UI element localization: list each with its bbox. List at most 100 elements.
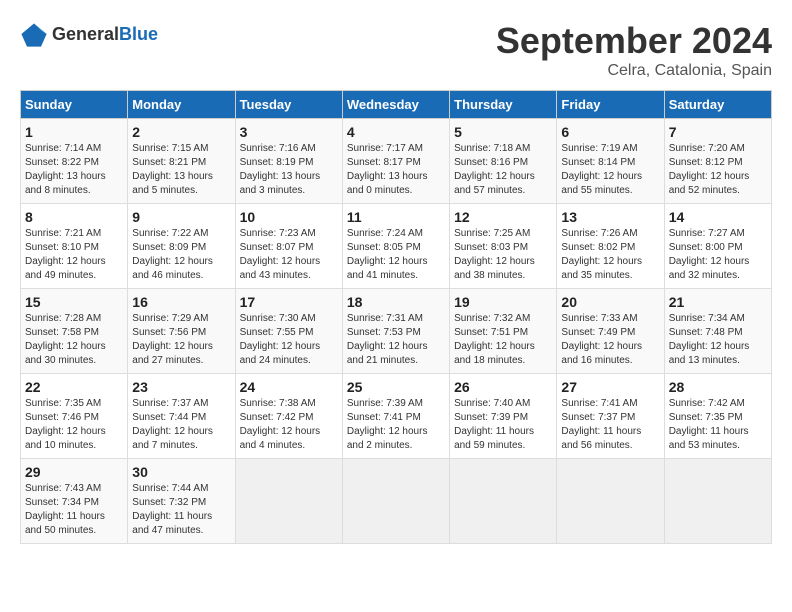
day-cell-28: 28 Sunrise: 7:42 AMSunset: 7:35 PMDayligh…: [664, 374, 771, 459]
day-info: Sunrise: 7:32 AMSunset: 7:51 PMDaylight:…: [454, 312, 552, 368]
day-info: Sunrise: 7:16 AMSunset: 8:19 PMDaylight:…: [240, 142, 338, 198]
day-cell-21: 21 Sunrise: 7:34 AMSunset: 7:48 PMDayligh…: [664, 289, 771, 374]
week-row-3: 15Sunrise: 7:28 AMSunset: 7:58 PMDayligh…: [21, 289, 772, 374]
day-cell-30: 30Sunrise: 7:44 AMSunset: 7:32 PMDayligh…: [128, 459, 235, 544]
day-cell-9: 9 Sunrise: 7:22 AMSunset: 8:09 PMDaylight…: [128, 204, 235, 289]
day-number: 15: [25, 294, 123, 310]
day-cell-2: 2Sunrise: 7:15 AMSunset: 8:21 PMDaylight…: [128, 119, 235, 204]
day-info: Sunrise: 7:24 AMSunset: 8:05 PMDaylight:…: [347, 227, 445, 283]
day-cell-empty: [235, 459, 342, 544]
day-cell-empty: [450, 459, 557, 544]
day-cell-25: 25 Sunrise: 7:39 AMSunset: 7:41 PMDayligh…: [342, 374, 449, 459]
day-number: 30: [132, 464, 230, 480]
week-row-5: 29 Sunrise: 7:43 AMSunset: 7:34 PMDayligh…: [21, 459, 772, 544]
day-info: Sunrise: 7:25 AMSunset: 8:03 PMDaylight:…: [454, 227, 552, 283]
day-number: 8: [25, 209, 123, 225]
day-number: 22: [25, 379, 123, 395]
logo-icon: [20, 20, 48, 48]
day-number: 6: [561, 124, 659, 140]
day-cell-17: 17 Sunrise: 7:30 AMSunset: 7:55 PMDayligh…: [235, 289, 342, 374]
day-info: Sunrise: 7:23 AMSunset: 8:07 PMDaylight:…: [240, 227, 338, 283]
day-number: 5: [454, 124, 552, 140]
day-info: Sunrise: 7:14 AMSunset: 8:22 PMDaylight:…: [25, 142, 123, 198]
day-number: 1: [25, 124, 123, 140]
week-row-4: 22 Sunrise: 7:35 AMSunset: 7:46 PMDayligh…: [21, 374, 772, 459]
day-number: 16: [132, 294, 230, 310]
day-number: 27: [561, 379, 659, 395]
day-cell-7: 7Sunrise: 7:20 AMSunset: 8:12 PMDaylight…: [664, 119, 771, 204]
day-number: 18: [347, 294, 445, 310]
day-cell-1: 1 Sunrise: 7:14 AMSunset: 8:22 PMDaylight…: [21, 119, 128, 204]
logo-general: General: [52, 24, 119, 44]
day-cell-15: 15Sunrise: 7:28 AMSunset: 7:58 PMDayligh…: [21, 289, 128, 374]
day-number: 4: [347, 124, 445, 140]
day-info: Sunrise: 7:41 AMSunset: 7:37 PMDaylight:…: [561, 397, 659, 453]
location-title: Celra, Catalonia, Spain: [496, 62, 772, 80]
week-row-2: 8Sunrise: 7:21 AMSunset: 8:10 PMDaylight…: [21, 204, 772, 289]
day-info: Sunrise: 7:40 AMSunset: 7:39 PMDaylight:…: [454, 397, 552, 453]
day-cell-10: 10 Sunrise: 7:23 AMSunset: 8:07 PMDayligh…: [235, 204, 342, 289]
title-area: September 2024 Celra, Catalonia, Spain: [496, 20, 772, 80]
header-tuesday: Tuesday: [235, 91, 342, 119]
header-row: SundayMondayTuesdayWednesdayThursdayFrid…: [21, 91, 772, 119]
header-thursday: Thursday: [450, 91, 557, 119]
day-number: 28: [669, 379, 767, 395]
day-number: 9: [132, 209, 230, 225]
day-info: Sunrise: 7:26 AMSunset: 8:02 PMDaylight:…: [561, 227, 659, 283]
day-cell-14: 14 Sunrise: 7:27 AMSunset: 8:00 PMDayligh…: [664, 204, 771, 289]
day-info: Sunrise: 7:43 AMSunset: 7:34 PMDaylight:…: [25, 482, 123, 538]
day-info: Sunrise: 7:35 AMSunset: 7:46 PMDaylight:…: [25, 397, 123, 453]
day-cell-22: 22 Sunrise: 7:35 AMSunset: 7:46 PMDayligh…: [21, 374, 128, 459]
day-cell-12: 12 Sunrise: 7:25 AMSunset: 8:03 PMDayligh…: [450, 204, 557, 289]
day-info: Sunrise: 7:15 AMSunset: 8:21 PMDaylight:…: [132, 142, 230, 198]
day-cell-6: 6 Sunrise: 7:19 AMSunset: 8:14 PMDaylight…: [557, 119, 664, 204]
day-info: Sunrise: 7:17 AMSunset: 8:17 PMDaylight:…: [347, 142, 445, 198]
day-number: 24: [240, 379, 338, 395]
header-monday: Monday: [128, 91, 235, 119]
day-info: Sunrise: 7:29 AMSunset: 7:56 PMDaylight:…: [132, 312, 230, 368]
day-info: Sunrise: 7:19 AMSunset: 8:14 PMDaylight:…: [561, 142, 659, 198]
day-info: Sunrise: 7:31 AMSunset: 7:53 PMDaylight:…: [347, 312, 445, 368]
day-number: 10: [240, 209, 338, 225]
day-number: 17: [240, 294, 338, 310]
day-number: 20: [561, 294, 659, 310]
day-info: Sunrise: 7:42 AMSunset: 7:35 PMDaylight:…: [669, 397, 767, 453]
day-info: Sunrise: 7:18 AMSunset: 8:16 PMDaylight:…: [454, 142, 552, 198]
day-number: 25: [347, 379, 445, 395]
header-friday: Friday: [557, 91, 664, 119]
day-cell-13: 13 Sunrise: 7:26 AMSunset: 8:02 PMDayligh…: [557, 204, 664, 289]
day-info: Sunrise: 7:30 AMSunset: 7:55 PMDaylight:…: [240, 312, 338, 368]
day-number: 12: [454, 209, 552, 225]
day-cell-29: 29 Sunrise: 7:43 AMSunset: 7:34 PMDayligh…: [21, 459, 128, 544]
header-sunday: Sunday: [21, 91, 128, 119]
day-cell-3: 3Sunrise: 7:16 AMSunset: 8:19 PMDaylight…: [235, 119, 342, 204]
day-info: Sunrise: 7:34 AMSunset: 7:48 PMDaylight:…: [669, 312, 767, 368]
day-number: 21: [669, 294, 767, 310]
week-row-1: 1 Sunrise: 7:14 AMSunset: 8:22 PMDaylight…: [21, 119, 772, 204]
day-number: 13: [561, 209, 659, 225]
month-title: September 2024: [496, 20, 772, 62]
calendar-table: SundayMondayTuesdayWednesdayThursdayFrid…: [20, 90, 772, 544]
day-cell-23: 23Sunrise: 7:37 AMSunset: 7:44 PMDayligh…: [128, 374, 235, 459]
day-cell-empty: [664, 459, 771, 544]
day-number: 11: [347, 209, 445, 225]
day-cell-18: 18 Sunrise: 7:31 AMSunset: 7:53 PMDayligh…: [342, 289, 449, 374]
day-info: Sunrise: 7:38 AMSunset: 7:42 PMDaylight:…: [240, 397, 338, 453]
header-wednesday: Wednesday: [342, 91, 449, 119]
day-number: 14: [669, 209, 767, 225]
header-saturday: Saturday: [664, 91, 771, 119]
day-info: Sunrise: 7:33 AMSunset: 7:49 PMDaylight:…: [561, 312, 659, 368]
day-number: 29: [25, 464, 123, 480]
day-info: Sunrise: 7:39 AMSunset: 7:41 PMDaylight:…: [347, 397, 445, 453]
day-cell-24: 24 Sunrise: 7:38 AMSunset: 7:42 PMDayligh…: [235, 374, 342, 459]
day-info: Sunrise: 7:27 AMSunset: 8:00 PMDaylight:…: [669, 227, 767, 283]
day-cell-8: 8Sunrise: 7:21 AMSunset: 8:10 PMDaylight…: [21, 204, 128, 289]
day-cell-4: 4 Sunrise: 7:17 AMSunset: 8:17 PMDaylight…: [342, 119, 449, 204]
logo: GeneralBlue: [20, 20, 158, 48]
day-cell-27: 27 Sunrise: 7:41 AMSunset: 7:37 PMDayligh…: [557, 374, 664, 459]
day-cell-26: 26Sunrise: 7:40 AMSunset: 7:39 PMDayligh…: [450, 374, 557, 459]
day-info: Sunrise: 7:22 AMSunset: 8:09 PMDaylight:…: [132, 227, 230, 283]
day-cell-20: 20 Sunrise: 7:33 AMSunset: 7:49 PMDayligh…: [557, 289, 664, 374]
day-cell-19: 19Sunrise: 7:32 AMSunset: 7:51 PMDayligh…: [450, 289, 557, 374]
day-cell-11: 11 Sunrise: 7:24 AMSunset: 8:05 PMDayligh…: [342, 204, 449, 289]
